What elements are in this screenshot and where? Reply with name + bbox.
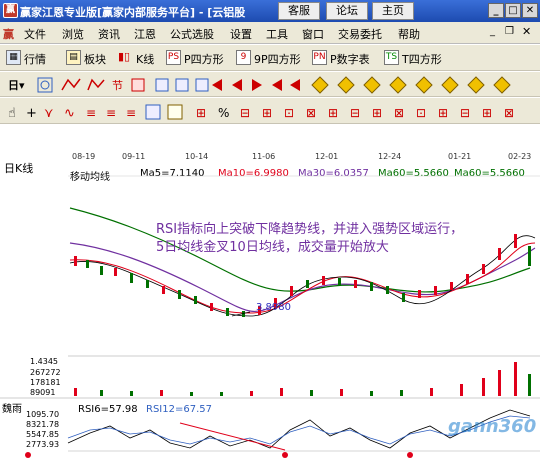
period-icons[interactable]: 节 [32,75,332,95]
menu-gann[interactable]: 江恩 [134,26,156,42]
minimize-icon[interactable]: _ [488,3,504,18]
svg-text:⊞: ⊞ [196,106,206,120]
menu-window[interactable]: 窗口 [302,26,324,42]
title-bar: 赢 赢家江恩专业版[赢家内部服务平台] - [云铝股 客服 论坛 主页 _ □ … [0,0,540,22]
svg-text:≡: ≡ [106,106,116,120]
menu-settings[interactable]: 设置 [230,26,252,42]
rsi-label-0: 1095.70 [26,410,60,419]
svg-text:≡: ≡ [126,106,136,120]
svg-text:+: + [26,106,37,121]
svg-text:⊡: ⊡ [284,106,294,120]
service-button[interactable]: 客服 [278,2,320,20]
toolbar-main: ▦ 行情 ▤ 板块 ▮▯ K线 PS P四方形 9 9P四方形 PN P数字表 … [0,45,540,71]
svg-text:☝: ☝ [8,106,16,121]
app-menu-icon[interactable]: 赢 [3,26,16,41]
p-square-button[interactable]: P四方形 [184,51,224,67]
t-square-icon: TS [384,50,399,65]
menu-info[interactable]: 资讯 [98,26,120,42]
maximize-icon[interactable]: □ [505,3,521,18]
rsi-label-2: 5547.85 [26,430,60,439]
sector-icon: ▤ [66,50,81,65]
window-title: 赢家江恩专业版[赢家内部服务平台] - [云铝股 [20,6,246,19]
drawing-tool-icons[interactable]: ☝ + ⋎ ∿ ≡ ≡ ≡ ⊞ % ⊟ ⊞ ⊡ ⊠ ⊞ ⊟ ⊞ ⊠ ⊡ ⊞ ⊟ … [6,102,536,122]
home-button[interactable]: 主页 [372,2,414,20]
sector-button[interactable]: 板块 [84,51,106,67]
menu-file[interactable]: 文件 [24,26,46,42]
svg-text:⊟: ⊟ [460,106,470,120]
app-icon: 赢 [3,3,18,18]
rsi12-value: RSI12=67.57 [146,404,212,415]
quotes-icon: ▦ [6,50,21,65]
svg-text:⋎: ⋎ [44,106,54,121]
rsi-title: 魏雨 [2,404,22,415]
mdi-close-icon[interactable]: ✕ [522,25,531,38]
vol-label-1: 267272 [30,368,61,377]
rsi-label-3: 2773.93 [26,440,60,449]
vol-label-2: 178181 [30,378,61,387]
rsi6-value: RSI6=57.98 [78,404,138,415]
svg-text:⊞: ⊞ [372,106,382,120]
mdi-restore-icon[interactable]: ❐ [505,26,514,37]
svg-text:⊟: ⊟ [350,106,360,120]
menu-formula[interactable]: 公式选股 [170,26,214,42]
nine-p-square-button[interactable]: 9P四方形 [254,51,301,67]
period-icon-group: 节 [37,77,300,93]
svg-text:⊞: ⊞ [328,106,338,120]
arrow-icons[interactable] [310,75,540,95]
p-number-button[interactable]: P数字表 [330,51,370,67]
svg-text:∿: ∿ [64,106,75,121]
period-dropdown[interactable]: 日▾ [8,77,25,93]
nine-p-icon: 9 [236,50,251,65]
kline-icon: ▮▯ [118,50,131,63]
t-square-button[interactable]: T四方形 [402,51,442,67]
menu-bar: 赢 文件 浏览 资讯 江恩 公式选股 设置 工具 窗口 交易委托 帮助 _ ❐ … [0,22,540,44]
menu-tools[interactable]: 工具 [266,26,288,42]
svg-text:≡: ≡ [86,106,96,120]
svg-text:⊡: ⊡ [416,106,426,120]
svg-text:⊠: ⊠ [306,106,316,120]
mdi-minimize-icon[interactable]: _ [490,26,495,37]
annotation-line-2: 5日均线金叉10日均线，成交量开始放大 [156,240,389,255]
svg-text:⊠: ⊠ [504,106,514,120]
svg-text:⊞: ⊞ [262,106,272,120]
vol-label-0: 1.4345 [30,357,58,366]
svg-text:⊞: ⊞ [482,106,492,120]
toolbar-period: 日▾ 节 [0,72,540,97]
chart-area[interactable]: 日K线 08-19 09-11 10-14 11-06 12-01 12-24 … [0,148,540,459]
toolbar-drawing: ☝ + ⋎ ∿ ≡ ≡ ≡ ⊞ % ⊟ ⊞ ⊡ ⊠ ⊞ ⊟ ⊞ ⊠ ⊡ ⊞ ⊟ … [0,98,540,124]
svg-text:⊞: ⊞ [438,106,448,120]
menu-browse[interactable]: 浏览 [62,26,84,42]
close-icon[interactable]: ✕ [522,3,538,18]
svg-text:%: % [218,106,229,120]
quotes-button[interactable]: 行情 [24,51,46,67]
watermark: gann360 [448,416,537,437]
low-price-label: 3.8980 [256,302,291,313]
svg-text:⊠: ⊠ [394,106,404,120]
kline-button[interactable]: K线 [136,51,154,67]
annotation-line-1: RSI指标向上突破下降趋势线，并进入强势区域运行， [156,222,464,237]
forum-button[interactable]: 论坛 [326,2,368,20]
rsi-label-1: 8321.78 [26,420,60,429]
svg-text:节: 节 [112,79,123,92]
volume-bars [74,362,531,396]
svg-text:⊟: ⊟ [240,106,250,120]
vol-label-3: 89091 [30,388,56,397]
p-square-icon: PS [166,50,181,65]
menu-trade[interactable]: 交易委托 [338,26,382,42]
menu-help[interactable]: 帮助 [398,26,420,42]
p-number-icon: PN [312,50,327,65]
